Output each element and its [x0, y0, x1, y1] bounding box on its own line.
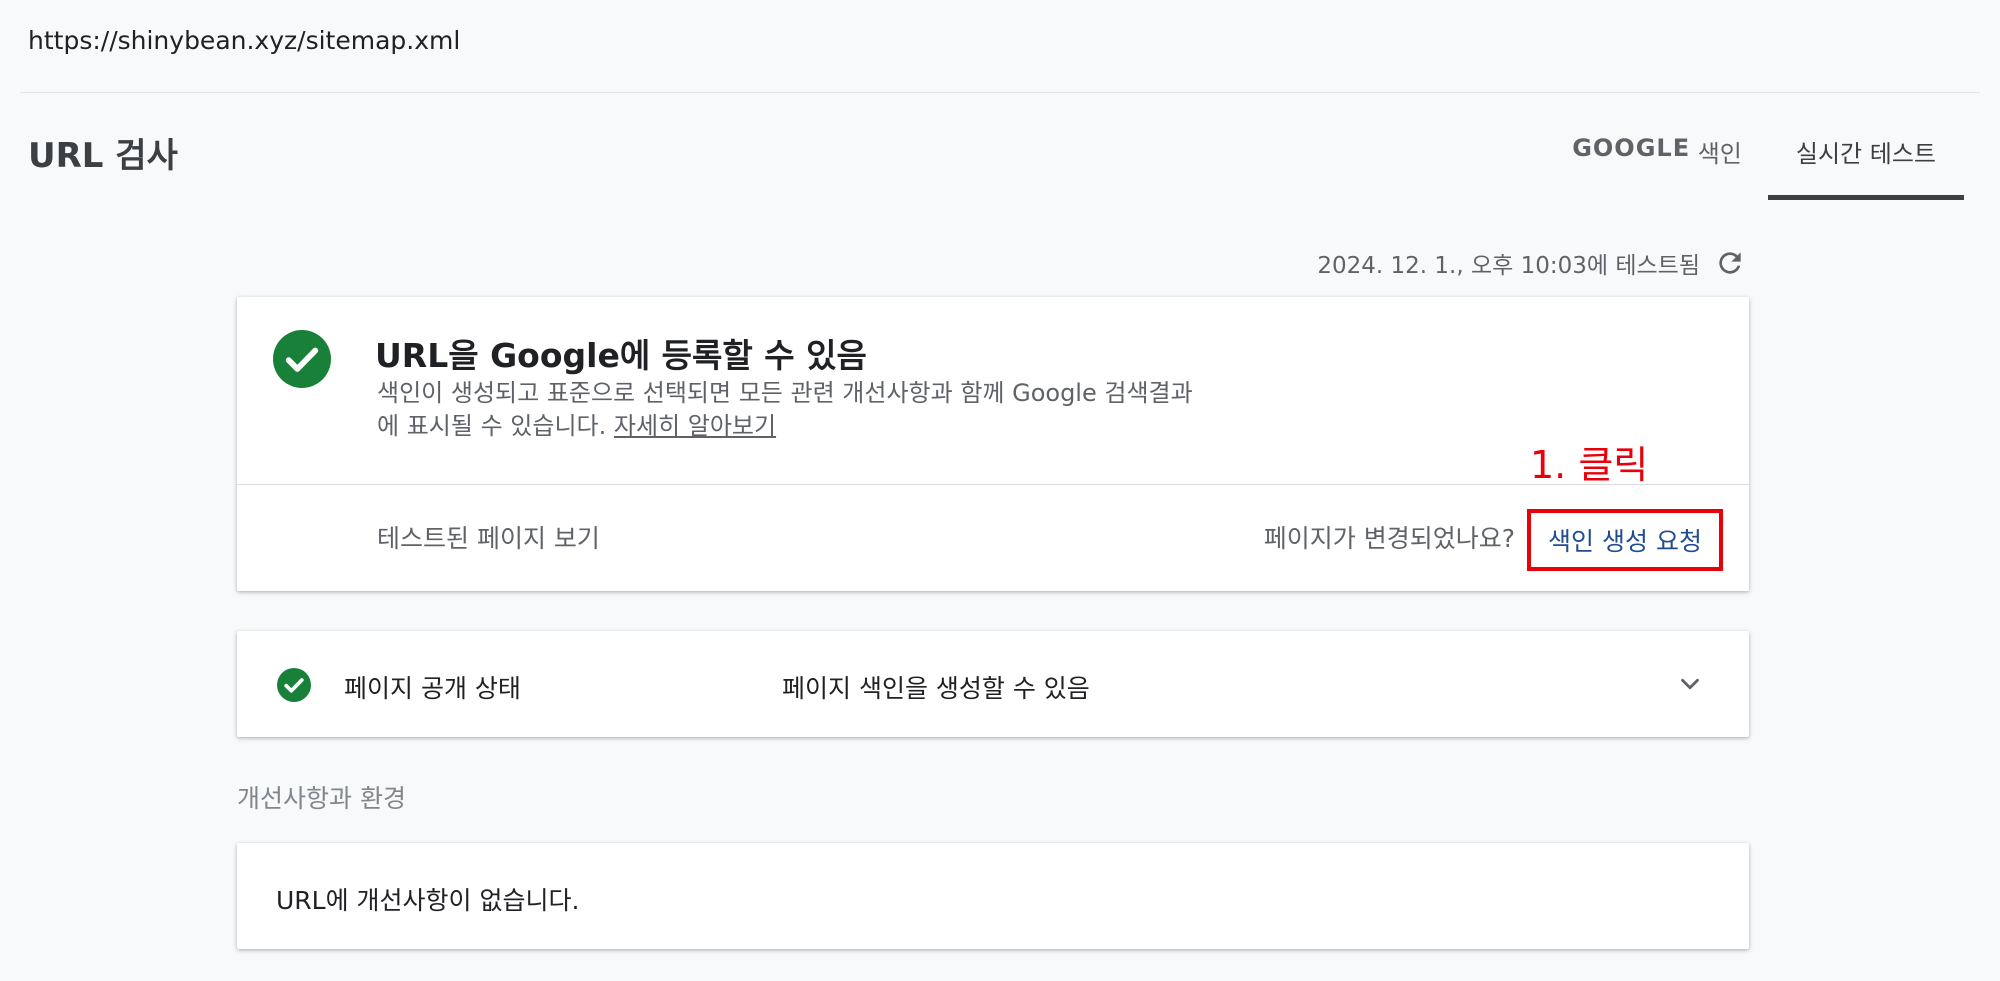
learn-more-link[interactable]: 자세히 알아보기 [614, 412, 776, 440]
availability-value: 페이지 색인을 생성할 수 있음 [782, 674, 1090, 703]
request-indexing-label: 색인 생성 요청 [1548, 527, 1702, 556]
tab-google-index[interactable]: GOOGLE 색인 [1544, 116, 1768, 200]
enhancements-card: URL에 개선사항이 없습니다. [237, 843, 1749, 949]
tab-live-test[interactable]: 실시간 테스트 [1767, 116, 1965, 200]
inspected-url: https://shinybean.xyz/sitemap.xml [28, 26, 461, 55]
request-indexing-button[interactable]: 색인 생성 요청 [1527, 509, 1723, 571]
url-bar: https://shinybean.xyz/sitemap.xml [20, 0, 1980, 93]
check-circle-icon [273, 330, 331, 388]
refresh-icon[interactable] [1714, 247, 1746, 279]
page-title: URL 검사 [28, 136, 178, 176]
tab-live-test-label: 실시간 테스트 [1795, 140, 1936, 168]
availability-card[interactable]: 페이지 공개 상태 페이지 색인을 생성할 수 있음 [237, 631, 1749, 737]
test-timestamp: 2024. 12. 1., 오후 10:03에 테스트됨 [1317, 253, 1700, 279]
test-timestamp-row: 2024. 12. 1., 오후 10:03에 테스트됨 [1317, 246, 1746, 280]
page-changed-question: 페이지가 변경되었나요? [1263, 524, 1515, 553]
view-tested-page-button[interactable]: 테스트된 페이지 보기 [377, 519, 600, 555]
result-description-line2-wrap: 에 표시될 수 있습니다. 자세히 알아보기 [377, 410, 1337, 443]
enhancements-message: URL에 개선사항이 없습니다. [276, 886, 580, 915]
result-description: 색인이 생성되고 표준으로 선택되면 모든 관련 개선사항과 함께 Google… [377, 377, 1337, 443]
result-description-line1: 색인이 생성되고 표준으로 선택되면 모든 관련 개선사항과 함께 Google… [377, 379, 1193, 407]
result-card: URL을 Google에 등록할 수 있음 색인이 생성되고 표준으로 선택되면… [237, 297, 1749, 591]
annotation-click-label: 1. 클릭 [1530, 443, 1649, 487]
tab-bar: GOOGLE 색인 실시간 테스트 [1544, 116, 1965, 200]
availability-label: 페이지 공개 상태 [344, 674, 521, 703]
check-circle-icon [277, 668, 311, 702]
tab-google-index-brand: GOOGLE [1572, 134, 1691, 162]
result-description-line2: 에 표시될 수 있습니다. [377, 412, 614, 440]
card-divider [237, 484, 1749, 485]
chevron-down-icon[interactable] [1675, 669, 1705, 699]
enhancements-heading: 개선사항과 환경 [237, 784, 406, 813]
tab-google-index-label: 색인 [1690, 140, 1742, 168]
result-title: URL을 Google에 등록할 수 있음 [375, 336, 867, 375]
